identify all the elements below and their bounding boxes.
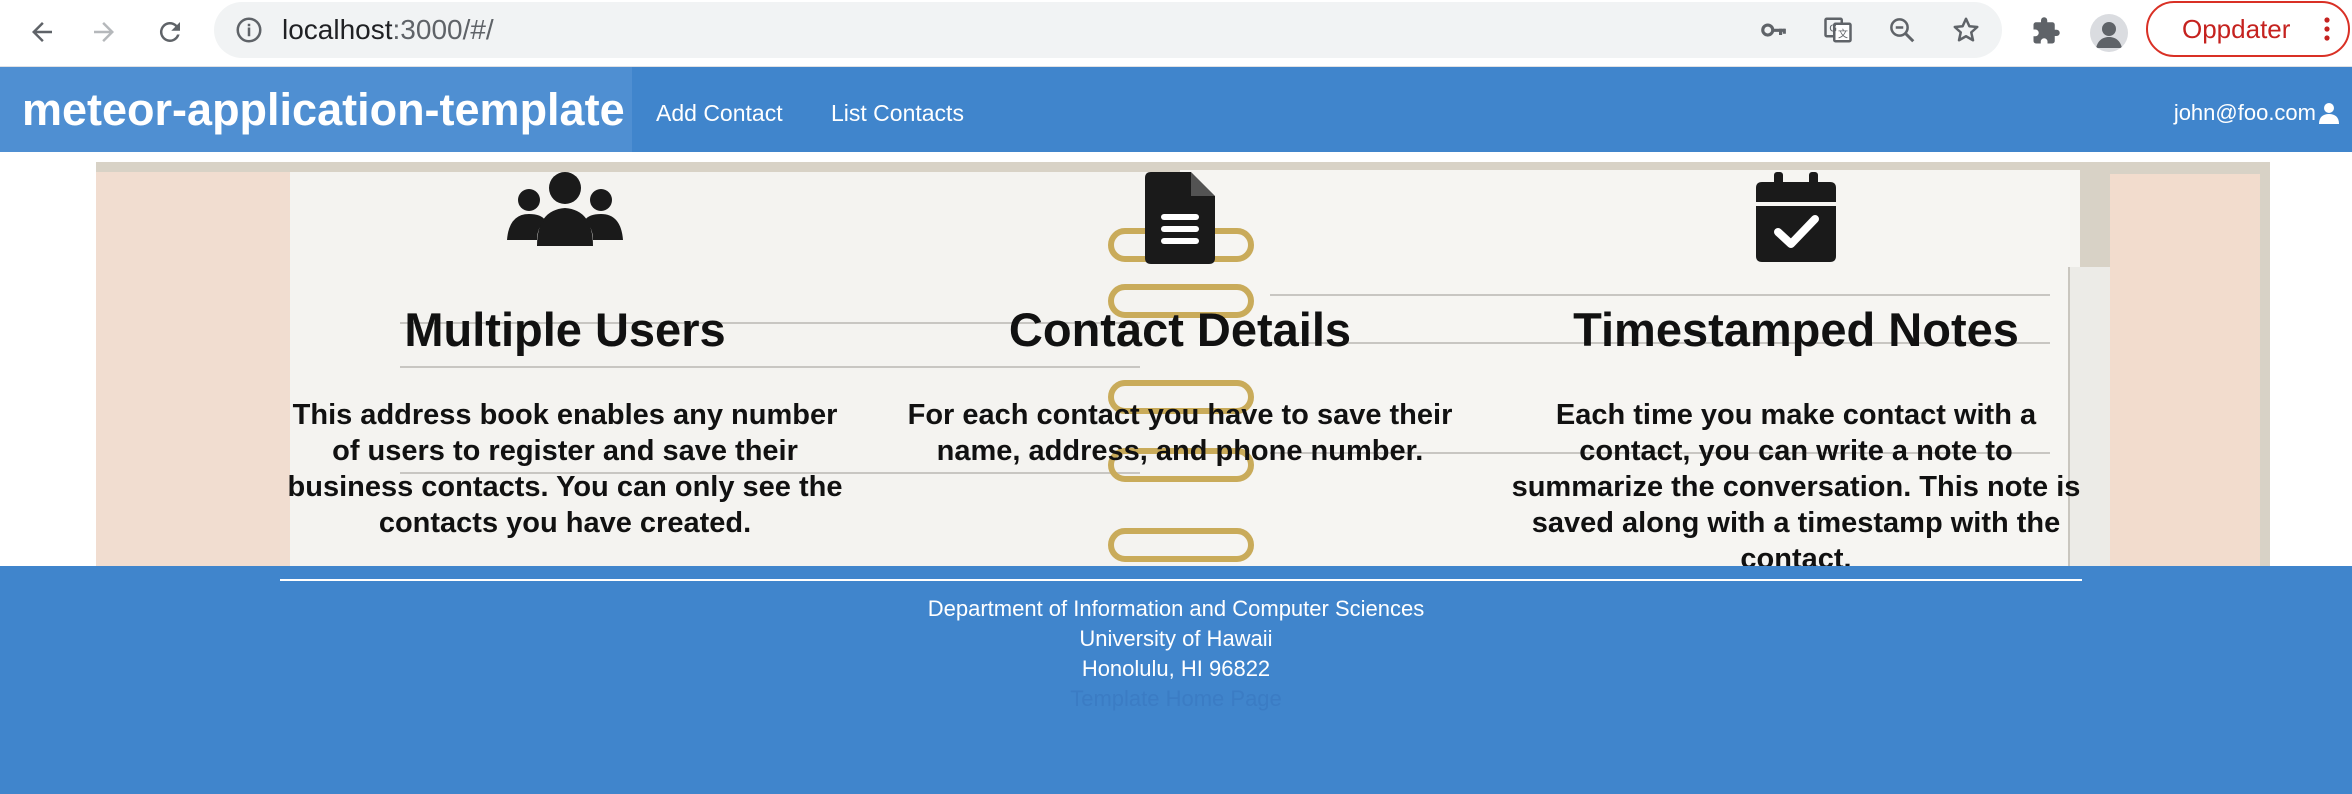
person-icon <box>2096 22 2122 48</box>
url-host: localhost <box>282 14 393 45</box>
user-icon <box>2319 103 2339 124</box>
forward-button[interactable] <box>84 12 124 52</box>
footer-department: Department of Information and Computer S… <box>927 596 1425 621</box>
arrow-right-icon <box>94 22 114 42</box>
footer-university: University of Hawaii <box>1079 626 1273 651</box>
ruled-line <box>1270 294 2050 296</box>
footer-address: Honolulu, HI 96822 <box>1081 656 1271 681</box>
footer-template-home-link[interactable]: Template Home Page <box>0 686 2352 712</box>
app-navbar: meteor-application-template Add Contact … <box>0 67 2352 152</box>
extensions-icon[interactable] <box>2028 13 2064 49</box>
nav-add-contact[interactable]: Add Contact <box>656 67 783 152</box>
feature-text: This address book enables any number of … <box>287 399 843 539</box>
back-button[interactable] <box>22 12 62 52</box>
bookmark-star-icon[interactable] <box>1950 14 1982 46</box>
info-icon[interactable] <box>234 15 264 45</box>
zoom-out-icon[interactable] <box>1886 14 1918 46</box>
feature-title: Contact Details <box>1008 303 1352 356</box>
nav-list-contacts[interactable]: List Contacts <box>831 67 964 152</box>
user-email: john@foo.com <box>2173 100 2316 125</box>
svg-text:文: 文 <box>1838 28 1848 41</box>
user-menu[interactable]: john@foo.com <box>2174 67 2352 152</box>
browser-toolbar: localhost:3000/#/ G文 Oppdater <box>0 0 2352 67</box>
page-footer: Department of Information and Computer S… <box>0 566 2352 794</box>
url-text[interactable]: localhost:3000/#/ <box>282 2 494 58</box>
svg-text:G: G <box>1829 23 1837 34</box>
translate-icon[interactable]: G文 <box>1822 14 1854 46</box>
feature-title: Multiple Users <box>404 303 726 356</box>
binder-ring <box>1108 528 1254 562</box>
address-bar[interactable]: localhost:3000/#/ G文 <box>214 2 2002 58</box>
feature-text: For each contact you have to save their … <box>907 399 1453 467</box>
footer-divider <box>280 579 2082 581</box>
book-cover-right <box>2110 174 2260 566</box>
brand-link[interactable]: meteor-application-template <box>0 67 632 152</box>
feature-title: Timestamped Notes <box>1573 303 2019 356</box>
book-cover-left <box>96 172 290 566</box>
profile-avatar[interactable] <box>2090 14 2128 52</box>
file-icon <box>1145 172 1215 264</box>
users-icon <box>507 172 623 246</box>
more-vert-icon <box>2324 17 2330 41</box>
reload-icon <box>159 21 180 42</box>
url-path: :3000/#/ <box>392 14 494 45</box>
update-button[interactable]: Oppdater <box>2146 1 2350 57</box>
key-icon[interactable] <box>1758 14 1790 46</box>
calendar-check-icon <box>1756 172 1836 262</box>
reload-button[interactable] <box>150 12 190 52</box>
feature-text: Each time you make contact with a contac… <box>1511 399 2081 566</box>
arrow-left-icon <box>32 22 52 42</box>
landing-hero: Multiple Users This address book enables… <box>0 152 2352 566</box>
update-label: Oppdater <box>2182 14 2291 44</box>
ruled-line <box>400 366 1140 368</box>
